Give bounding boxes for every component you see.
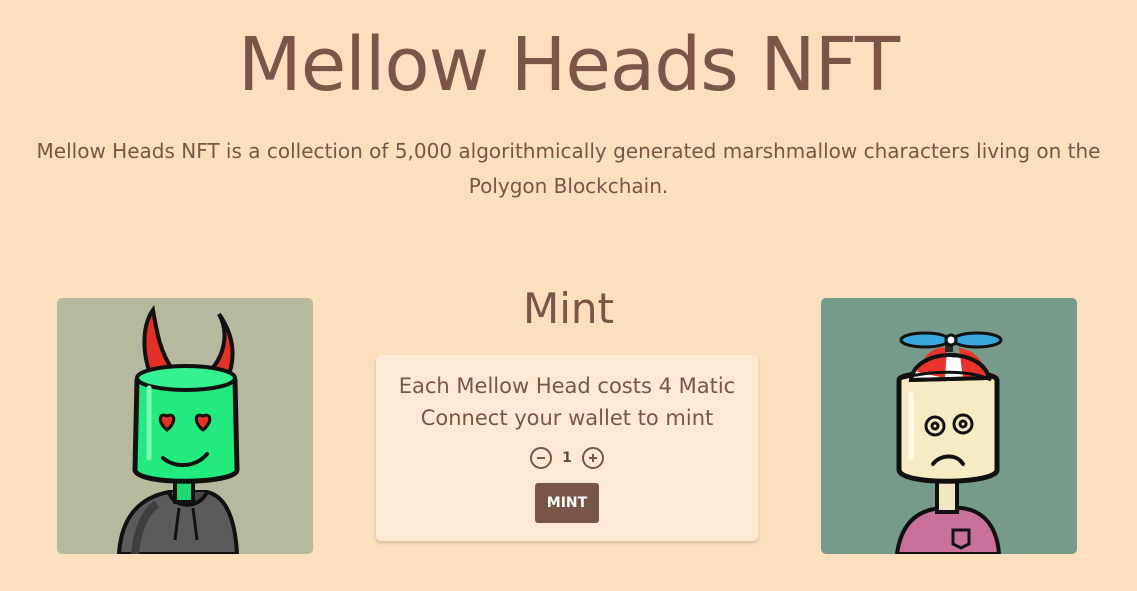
page-title: Mellow Heads NFT: [237, 22, 900, 108]
quantity-stepper: 1: [376, 446, 758, 470]
nft-image-propeller-cap: [821, 298, 1077, 554]
decrease-quantity-button[interactable]: [530, 447, 552, 469]
increase-quantity-button[interactable]: [582, 447, 604, 469]
plus-icon: [589, 454, 597, 462]
minus-icon: [537, 457, 545, 459]
wallet-text: Connect your wallet to mint: [420, 406, 714, 430]
collection-description: Mellow Heads NFT is a collection of 5,00…: [36, 139, 1101, 198]
price-text: Each Mellow Head costs 4 Matic: [398, 374, 736, 398]
quantity-value: 1: [562, 450, 572, 466]
mint-button[interactable]: MINT: [535, 483, 599, 523]
nft-image-devil: [57, 298, 313, 554]
mint-card: Each Mellow Head costs 4 Matic Connect y…: [376, 355, 758, 541]
